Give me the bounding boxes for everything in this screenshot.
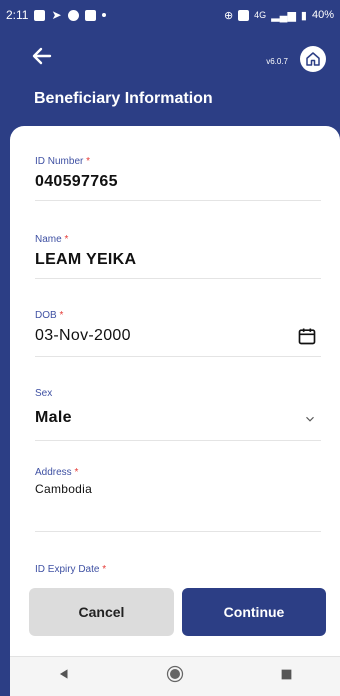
back-arrow-icon[interactable]	[30, 44, 54, 68]
field-underline	[35, 200, 321, 201]
signal-icon: ▂▄▆	[271, 9, 296, 22]
required-mark: *	[64, 234, 69, 245]
sex-value: Male	[35, 409, 72, 426]
required-mark: *	[86, 156, 91, 167]
vpn-key-icon: ⊕	[223, 9, 234, 22]
id-number-field[interactable]: ID Number * 040597765	[35, 156, 321, 201]
id-number-value: 040597765	[35, 173, 118, 190]
telegram-notification-icon: ➤	[51, 8, 62, 22]
required-mark: *	[102, 564, 107, 575]
required-mark: *	[59, 310, 64, 321]
message-notification-icon	[84, 9, 96, 21]
field-underline	[35, 440, 321, 441]
dob-value: 03-Nov-2000	[35, 327, 131, 344]
name-label: Name	[35, 234, 62, 245]
network-type: 4G	[254, 10, 267, 20]
name-field[interactable]: Name * LEAM YEIKA	[35, 234, 321, 279]
id-expiry-field[interactable]: ID Expiry Date *	[35, 564, 321, 575]
chevron-down-icon[interactable]	[303, 412, 317, 431]
dob-label: DOB	[35, 310, 57, 321]
app-bar: v6.0.7 Beneficiary Information	[0, 30, 340, 130]
calendar-icon[interactable]	[297, 326, 317, 351]
cancel-button[interactable]: Cancel	[29, 588, 174, 636]
status-bar: 2:11 ➤ ⊕ 4G ▂▄▆ ▮ 40%	[0, 0, 340, 30]
status-time: 2:11	[6, 8, 29, 22]
sex-field[interactable]: Sex Male	[35, 388, 321, 441]
gallery-notification-icon	[34, 9, 46, 21]
nav-home-icon[interactable]	[165, 664, 185, 689]
battery-level: 40%	[311, 9, 334, 21]
page-title: Beneficiary Information	[34, 90, 213, 107]
address-label: Address	[35, 467, 72, 478]
facebook-notification-icon	[67, 9, 79, 21]
nav-recents-icon[interactable]	[280, 668, 293, 686]
name-value: LEAM YEIKA	[35, 251, 137, 268]
address-value: Cambodia	[35, 482, 93, 496]
system-nav-bar	[10, 656, 340, 696]
app-version: v6.0.7	[266, 57, 288, 66]
required-mark: *	[74, 467, 79, 478]
sex-label: Sex	[35, 388, 53, 399]
wifi-icon	[238, 9, 250, 21]
more-notifications-icon	[101, 13, 106, 17]
battery-icon: ▮	[300, 9, 307, 22]
home-icon[interactable]	[300, 46, 326, 72]
id-number-label: ID Number	[35, 156, 84, 167]
field-underline	[35, 278, 321, 279]
continue-button[interactable]: Continue	[182, 588, 326, 636]
field-underline	[35, 531, 321, 532]
id-expiry-label: ID Expiry Date	[35, 564, 100, 575]
dob-field[interactable]: DOB * 03-Nov-2000	[35, 310, 321, 357]
nav-back-icon[interactable]	[57, 667, 71, 686]
field-underline	[35, 356, 321, 357]
form-card: ID Number * 040597765 Name * LEAM YEIKA …	[10, 126, 340, 656]
address-field[interactable]: Address * Cambodia	[35, 467, 321, 532]
